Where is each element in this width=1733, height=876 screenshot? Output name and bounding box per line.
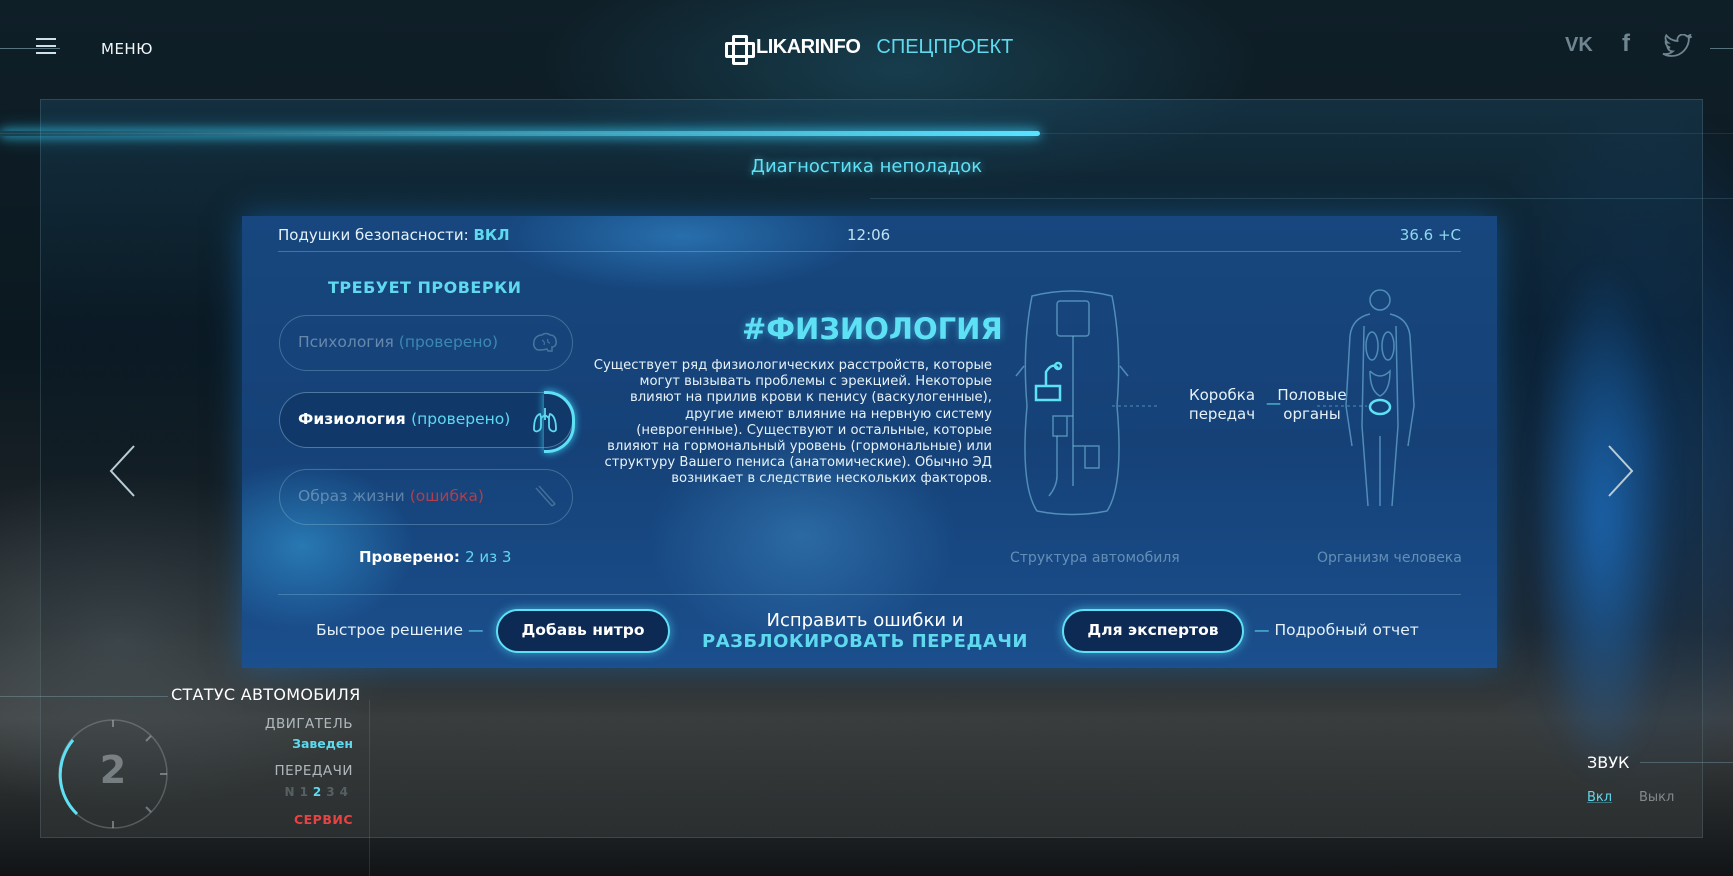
add-nitro-button[interactable]: Добавь нитро [496,609,670,653]
airbag-label: Подушки безопасности: [278,226,469,244]
car-status-title: СТАТУС АВТОМОБИЛЯ [171,685,361,704]
gear-n: N [284,785,300,799]
status-divider [369,700,370,876]
temperature: 36.6 +C [1399,226,1461,244]
airbag-value: ВКЛ [473,226,510,244]
quick-dash: — [467,621,484,639]
quick-solution-label: Быстрое решение [316,621,464,639]
check-item-lifestyle[interactable]: Образ жизни (ошибка) [279,469,573,525]
cigarette-icon [535,485,556,507]
brain-icon [533,332,557,352]
divider-line [870,198,1733,199]
gearbox-icon [1034,361,1063,402]
car-outline-icon [1015,290,1129,516]
check-item-label: Физиология [298,410,406,428]
sound-on-toggle[interactable]: Вкл [1587,790,1612,805]
sound-title: ЗВУК [1587,753,1630,772]
report-dash: — [1254,621,1270,639]
hamburger-menu-icon[interactable] [36,38,56,56]
diagnostics-panel: Подушки безопасности: ВКЛ 12:06 36.6 +C … [242,216,1497,668]
facebook-icon[interactable]: f [1622,30,1630,58]
checked-value: 2 из 3 [465,548,512,566]
check-item-status: (ошибка) [409,487,484,505]
requires-check-title: ТРЕБУЕТ ПРОВЕРКИ [328,278,522,297]
sound-line [1640,762,1733,763]
fix-line-1: Исправить ошибки и [766,610,964,631]
quick-solution: Быстрое решение — [316,621,483,639]
checked-label: Проверено: [359,548,460,566]
menu-label[interactable]: МЕНЮ [101,40,153,58]
gears-label: ПЕРЕДАЧИ [274,763,353,779]
check-item-label: Образ жизни [298,487,405,505]
check-item-psychology[interactable]: Психология (проверено) [279,315,573,371]
gear-selector: N1234 [285,785,353,799]
medical-cross-icon [724,34,755,65]
site-logo[interactable]: LIKARINFO СПЕЦПРОЕКТ [724,34,1014,65]
header-line-right [1710,48,1733,49]
fix-errors-text: Исправить ошибки и РАЗБЛОКИРОВАТЬ ПЕРЕДА… [662,610,1068,652]
status-line [0,696,168,697]
panel-status-bar: Подушки безопасности: ВКЛ 12:06 36.6 +C [278,226,1461,252]
gear-3: 3 [326,785,340,799]
mapping-organs: Половые органы [1277,386,1347,423]
frame-glow [1532,260,1672,780]
car-structure-label: Структура автомобиля [1010,550,1180,566]
progress-bar [0,131,1040,136]
section-title: Диагностика неполадок [750,156,983,177]
report-label: Подробный отчет [1274,621,1419,639]
for-experts-button[interactable]: Для экспертов [1062,609,1244,653]
check-item-status: (проверено) [411,410,511,428]
engine-value: Заведен [292,736,353,751]
gear-4: 4 [339,785,353,799]
sound-off-toggle[interactable]: Выкл [1639,790,1674,805]
gear-2-active: 2 [312,785,327,799]
checked-counter: Проверено: 2 из 3 [359,548,511,566]
detailed-report: — Подробный отчет [1254,621,1419,639]
clock: 12:06 [847,226,891,244]
airbag-status: Подушки безопасности: ВКЛ [278,226,510,244]
twitter-icon[interactable] [1662,34,1692,58]
topic-title: #ФИЗИОЛОГИЯ [742,312,1003,346]
logo-name: LIKARINFO [756,35,861,58]
mapping-gearbox: Коробка передач [1188,386,1256,423]
check-item-label: Психология [298,333,394,351]
service-label: СЕРВИС [293,812,353,827]
human-body-label: Организм человека [1317,550,1462,566]
panel-divider [278,594,1461,595]
next-arrow-icon[interactable] [1605,444,1635,498]
fix-line-2: РАЗБЛОКИРОВАТЬ ПЕРЕДАЧИ [702,631,1028,652]
topic-description: Существует ряд физиологических расстройс… [593,358,992,487]
gear-1: 1 [299,785,313,799]
lungs-icon [533,408,557,433]
check-item-physiology[interactable]: Физиология (проверено) [279,391,575,453]
vk-icon[interactable]: VK [1565,34,1593,57]
human-outline-icon [1345,289,1415,507]
check-item-status: (проверено) [398,333,498,351]
logo-special-project: СПЕЦПРОЕКТ [876,35,1014,58]
engine-label: ДВИГАТЕЛЬ [264,716,353,732]
previous-arrow-icon[interactable] [108,444,138,498]
organ-highlight-icon [1368,398,1392,416]
current-gear-number: 2 [99,748,127,792]
